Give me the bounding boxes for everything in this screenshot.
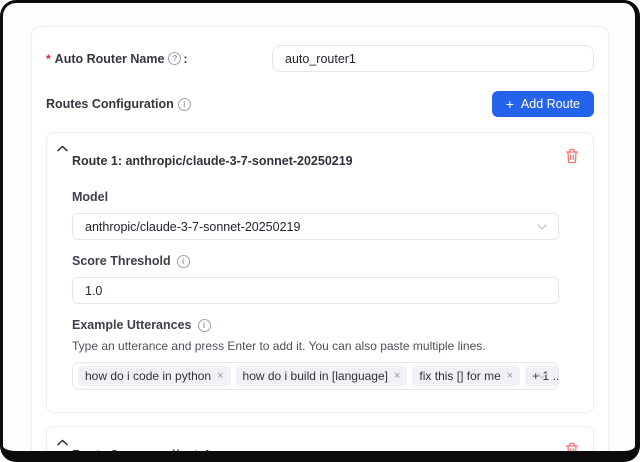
utterance-tag: how do i build in [language] × — [236, 366, 408, 386]
chevron-down-icon — [537, 373, 547, 379]
chevron-up-icon[interactable] — [57, 439, 68, 446]
delete-route-2-button[interactable] — [565, 442, 579, 458]
required-asterisk: * — [46, 52, 51, 66]
auto-router-name-input[interactable] — [272, 45, 594, 72]
chevron-up-icon[interactable] — [57, 145, 68, 152]
delete-route-1-button[interactable] — [565, 148, 579, 164]
model-label-text: Model — [72, 190, 108, 204]
utterances-hint: Type an utterance and press Enter to add… — [72, 339, 559, 353]
route-2-panel: Route 2: azure_ai/gpt-4o — [46, 426, 594, 462]
info-icon[interactable]: i — [178, 98, 191, 111]
info-icon[interactable]: i — [198, 319, 211, 332]
score-threshold-label: Score Threshold i — [72, 254, 559, 268]
route-1-title: Route 1: anthropic/claude-3-7-sonnet-202… — [72, 154, 353, 168]
routes-configuration-label: Routes Configuration i — [46, 97, 191, 111]
route-1-header[interactable]: Route 1: anthropic/claude-3-7-sonnet-202… — [47, 133, 593, 175]
add-route-button-label: Add Route — [521, 97, 580, 111]
app-window: * Auto Router Name ? : Routes Configurat… — [0, 0, 640, 462]
utterance-tag-text: how do i code in python — [85, 369, 211, 383]
model-select[interactable]: anthropic/claude-3-7-sonnet-20250219 — [72, 213, 559, 240]
trash-icon — [565, 442, 579, 458]
info-icon[interactable]: i — [177, 255, 190, 268]
utterance-tag-text: fix this [] for me — [419, 369, 500, 383]
routes-configuration-label-text: Routes Configuration — [46, 97, 174, 111]
auto-router-form-card: * Auto Router Name ? : Routes Configurat… — [31, 26, 609, 462]
remove-tag-icon[interactable]: × — [394, 371, 400, 382]
score-threshold-label-text: Score Threshold — [72, 254, 171, 268]
label-colon: : — [183, 52, 187, 66]
route-2-title: Route 2: azure_ai/gpt-4o — [72, 448, 217, 462]
chevron-down-icon — [537, 224, 547, 230]
model-label: Model — [72, 190, 559, 204]
route-1-panel: Route 1: anthropic/claude-3-7-sonnet-202… — [46, 132, 594, 413]
auto-router-name-row: * Auto Router Name ? : — [46, 45, 594, 72]
model-select-value: anthropic/claude-3-7-sonnet-20250219 — [85, 220, 300, 234]
utterance-tag: how do i code in python × — [78, 366, 231, 386]
remove-tag-icon[interactable]: × — [217, 371, 223, 382]
utterance-tag-text: how do i build in [language] — [243, 369, 388, 383]
auto-router-name-label-text: Auto Router Name — [55, 52, 165, 66]
route-2-header[interactable]: Route 2: azure_ai/gpt-4o — [47, 427, 593, 462]
routes-configuration-row: Routes Configuration i + Add Route — [46, 91, 594, 117]
help-icon[interactable]: ? — [168, 52, 181, 65]
auto-router-name-label: * Auto Router Name ? : — [46, 52, 272, 66]
route-1-body: Model anthropic/claude-3-7-sonnet-202502… — [47, 175, 593, 412]
example-utterances-label: Example Utterances i — [72, 318, 559, 332]
add-route-button[interactable]: + Add Route — [492, 91, 594, 117]
score-threshold-input[interactable] — [72, 277, 559, 304]
utterance-tag: fix this [] for me × — [412, 366, 520, 386]
plus-icon: + — [506, 97, 514, 111]
remove-tag-icon[interactable]: × — [507, 371, 513, 382]
utterances-tags-input[interactable]: how do i code in python × how do i build… — [72, 362, 559, 390]
example-utterances-label-text: Example Utterances — [72, 318, 192, 332]
trash-icon — [565, 148, 579, 164]
